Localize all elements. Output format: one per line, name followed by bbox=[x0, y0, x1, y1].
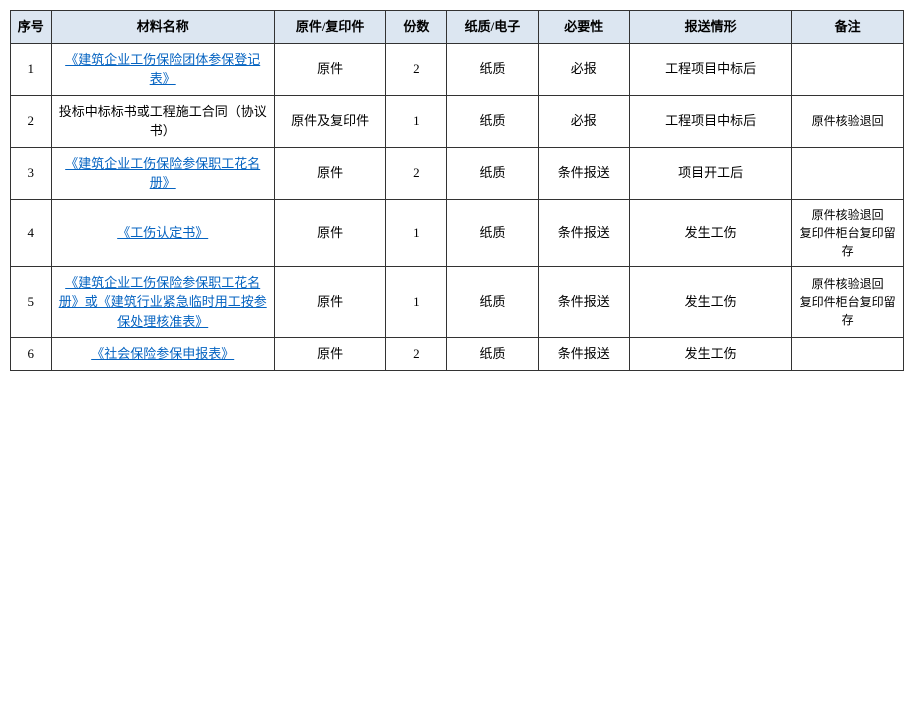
main-table: 序号 材料名称 原件/复印件 份数 纸质/电子 必要性 报送情形 备注 1 《建筑… bbox=[10, 10, 904, 371]
cell-seq: 6 bbox=[11, 338, 52, 371]
cell-name: 《社会保险参保申报表》 bbox=[51, 338, 274, 371]
cell-seq: 3 bbox=[11, 147, 52, 199]
cell-note bbox=[792, 338, 904, 371]
cell-copy: 原件 bbox=[274, 266, 386, 338]
cell-note: 原件核验退回 复印件柜台复印留存 bbox=[792, 199, 904, 266]
header-seq: 序号 bbox=[11, 11, 52, 44]
cell-paper: 纸质 bbox=[447, 147, 538, 199]
material-name-link[interactable]: 《建筑企业工伤保险参保职工花名册》 bbox=[65, 156, 260, 191]
cell-copy: 原件及复印件 bbox=[274, 95, 386, 147]
cell-required: 条件报送 bbox=[538, 338, 629, 371]
cell-copy: 原件 bbox=[274, 338, 386, 371]
cell-seq: 2 bbox=[11, 95, 52, 147]
header-note: 备注 bbox=[792, 11, 904, 44]
material-name-link[interactable]: 《建筑企业工伤保险参保职工花名册》或《建筑行业紧急临时用工按参保处理核准表》 bbox=[59, 275, 267, 329]
table-row: 1 《建筑企业工伤保险团体参保登记表》原件2纸质必报工程项目中标后 bbox=[11, 43, 904, 95]
header-report: 报送情形 bbox=[629, 11, 791, 44]
cell-report: 发生工伤 bbox=[629, 338, 791, 371]
cell-name: 《建筑企业工伤保险团体参保登记表》 bbox=[51, 43, 274, 95]
material-name-link[interactable]: 《工伤认定书》 bbox=[117, 225, 208, 240]
cell-required: 条件报送 bbox=[538, 147, 629, 199]
cell-name: 《建筑企业工伤保险参保职工花名册》 bbox=[51, 147, 274, 199]
cell-required: 条件报送 bbox=[538, 266, 629, 338]
cell-seq: 4 bbox=[11, 199, 52, 266]
cell-seq: 5 bbox=[11, 266, 52, 338]
cell-report: 发生工伤 bbox=[629, 266, 791, 338]
cell-note bbox=[792, 147, 904, 199]
cell-name: 《建筑企业工伤保险参保职工花名册》或《建筑行业紧急临时用工按参保处理核准表》 bbox=[51, 266, 274, 338]
table-row: 5《建筑企业工伤保险参保职工花名册》或《建筑行业紧急临时用工按参保处理核准表》原… bbox=[11, 266, 904, 338]
cell-required: 必报 bbox=[538, 43, 629, 95]
header-required: 必要性 bbox=[538, 11, 629, 44]
table-row: 6 《社会保险参保申报表》 原件2纸质条件报送发生工伤 bbox=[11, 338, 904, 371]
cell-paper: 纸质 bbox=[447, 266, 538, 338]
cell-paper: 纸质 bbox=[447, 43, 538, 95]
cell-count: 1 bbox=[386, 199, 447, 266]
table-row: 2投标中标标书或工程施工合同（协议书）原件及复印件1纸质必报工程项目中标后原件核… bbox=[11, 95, 904, 147]
table-row: 4 《工伤认定书》 原件1纸质条件报送发生工伤原件核验退回 复印件柜台复印留存 bbox=[11, 199, 904, 266]
cell-report: 工程项目中标后 bbox=[629, 95, 791, 147]
cell-count: 2 bbox=[386, 147, 447, 199]
cell-paper: 纸质 bbox=[447, 95, 538, 147]
cell-required: 必报 bbox=[538, 95, 629, 147]
cell-copy: 原件 bbox=[274, 43, 386, 95]
cell-name: 《工伤认定书》 bbox=[51, 199, 274, 266]
header-row: 序号 材料名称 原件/复印件 份数 纸质/电子 必要性 报送情形 备注 bbox=[11, 11, 904, 44]
cell-name: 投标中标标书或工程施工合同（协议书） bbox=[51, 95, 274, 147]
cell-seq: 1 bbox=[11, 43, 52, 95]
cell-copy: 原件 bbox=[274, 199, 386, 266]
material-name-link[interactable]: 《建筑企业工伤保险团体参保登记表》 bbox=[65, 52, 260, 87]
header-name: 材料名称 bbox=[51, 11, 274, 44]
material-name-link[interactable]: 《社会保险参保申报表》 bbox=[91, 346, 234, 361]
cell-note: 原件核验退回 bbox=[792, 95, 904, 147]
cell-count: 2 bbox=[386, 338, 447, 371]
header-count: 份数 bbox=[386, 11, 447, 44]
cell-count: 1 bbox=[386, 95, 447, 147]
cell-note bbox=[792, 43, 904, 95]
cell-required: 条件报送 bbox=[538, 199, 629, 266]
header-paper: 纸质/电子 bbox=[447, 11, 538, 44]
cell-report: 发生工伤 bbox=[629, 199, 791, 266]
cell-note: 原件核验退回 复印件柜台复印留存 bbox=[792, 266, 904, 338]
cell-count: 1 bbox=[386, 266, 447, 338]
cell-report: 工程项目中标后 bbox=[629, 43, 791, 95]
cell-report: 项目开工后 bbox=[629, 147, 791, 199]
header-copy: 原件/复印件 bbox=[274, 11, 386, 44]
cell-count: 2 bbox=[386, 43, 447, 95]
cell-copy: 原件 bbox=[274, 147, 386, 199]
table-row: 3 《建筑企业工伤保险参保职工花名册》原件2纸质条件报送项目开工后 bbox=[11, 147, 904, 199]
cell-paper: 纸质 bbox=[447, 199, 538, 266]
cell-paper: 纸质 bbox=[447, 338, 538, 371]
